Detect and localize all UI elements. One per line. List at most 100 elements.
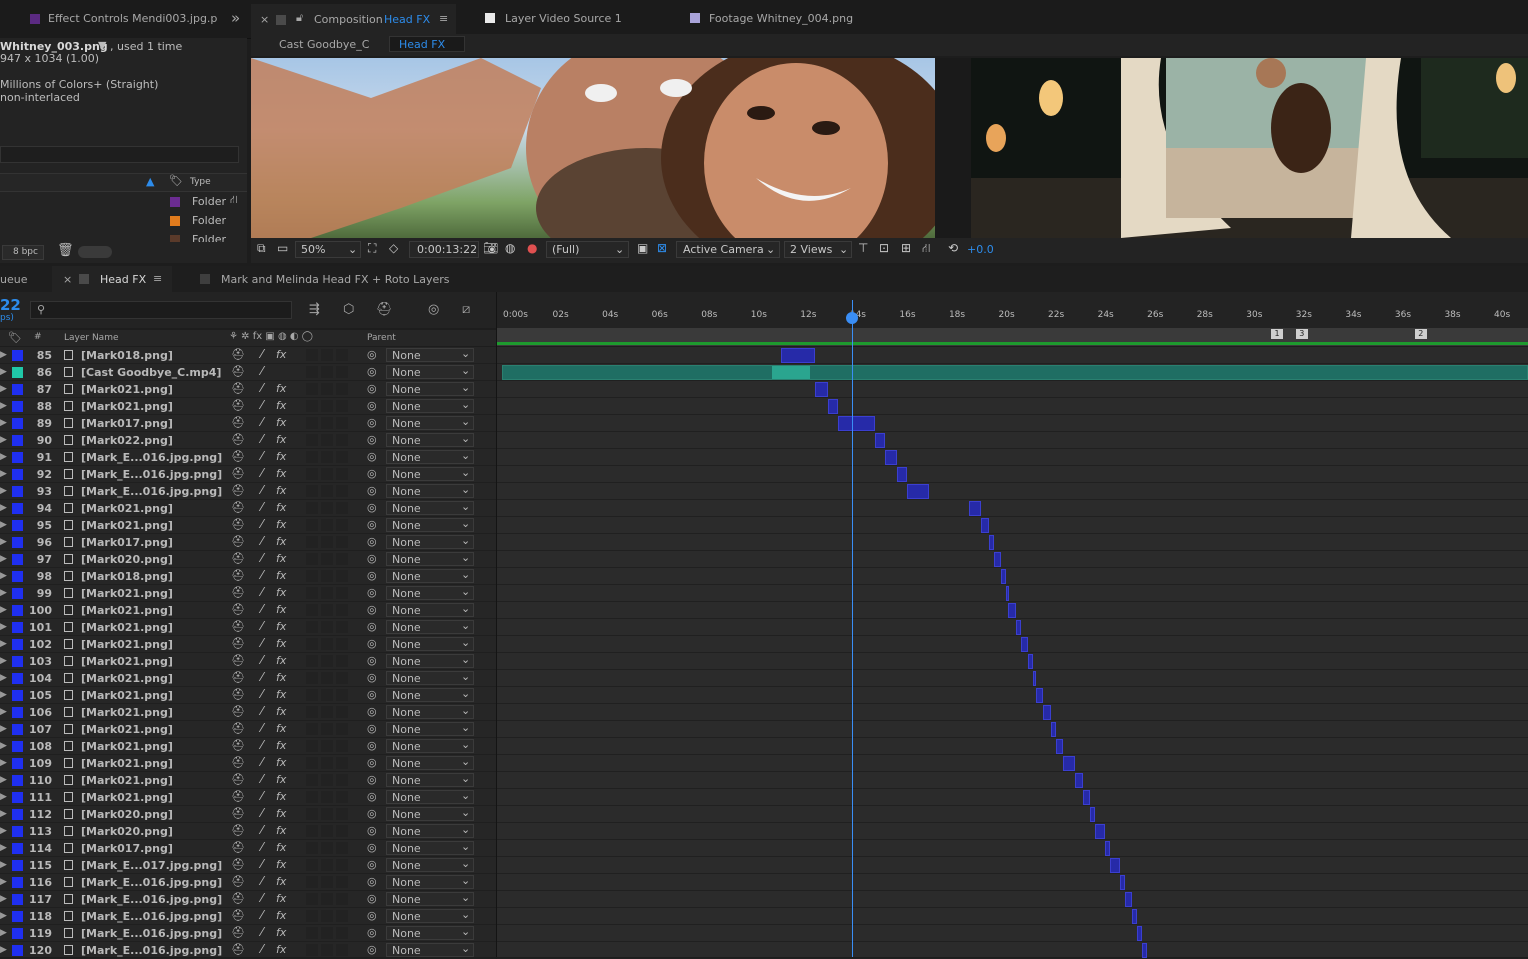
switch-box[interactable] (336, 485, 348, 497)
parent-dropdown[interactable]: None ⌄ (386, 585, 474, 600)
switch-box[interactable] (336, 536, 348, 548)
layer-name[interactable]: [Mark_E...016.jpg.png] (81, 468, 222, 481)
layer-row[interactable]: ▶ 88 [Mark021.png] ⛑︎ ⁄ fx ◎ None ⌄ (0, 398, 496, 415)
layer-number[interactable]: 106 (24, 706, 52, 719)
layer-row[interactable]: ▶ 118 [Mark_E...016.jpg.png] ⛑︎ ⁄ fx ◎ None ⌄ (0, 908, 496, 925)
pickwhip-icon[interactable]: ◎ (367, 569, 377, 582)
layer-number[interactable]: 101 (24, 621, 52, 634)
layer-number[interactable]: 119 (24, 927, 52, 940)
effect-fx-icon[interactable]: fx (276, 637, 286, 650)
layer-duration-bar[interactable] (1008, 603, 1016, 618)
effect-fx-icon[interactable]: fx (276, 688, 286, 701)
layer-row[interactable]: ▶ 115 [Mark_E...017.jpg.png] ⛑︎ ⁄ fx ◎ None ⌄ (0, 857, 496, 874)
layer-row[interactable]: ▶ 87 [Mark021.png] ⛑︎ ⁄ fx ◎ None ⌄ (0, 381, 496, 398)
layer-duration-bar[interactable] (1095, 824, 1106, 839)
expand-triangle-icon[interactable]: ▶ (0, 350, 7, 360)
quality-slash-icon[interactable]: ⁄ (261, 755, 263, 769)
parent-dropdown[interactable]: None ⌄ (386, 925, 474, 940)
layer-label-color[interactable] (12, 435, 23, 446)
switch-box[interactable] (321, 604, 333, 616)
pickwhip-icon[interactable]: ◎ (367, 773, 377, 786)
layer-name[interactable]: [Mark020.png] (81, 553, 173, 566)
layer-number[interactable]: 111 (24, 791, 52, 804)
effect-fx-icon[interactable]: fx (276, 756, 286, 769)
switch-box[interactable] (321, 553, 333, 565)
layer-label-color[interactable] (12, 605, 23, 616)
breadcrumb-item-cast[interactable]: Cast Goodbye_C (279, 38, 369, 51)
layer-name[interactable]: [Mark_E...016.jpg.png] (81, 893, 222, 906)
layer-duration-bar[interactable] (1005, 586, 1009, 601)
layer-row[interactable]: ▶ 95 [Mark021.png] ⛑︎ ⁄ fx ◎ None ⌄ (0, 517, 496, 534)
layer-row[interactable]: ▶ 117 [Mark_E...016.jpg.png] ⛑︎ ⁄ fx ◎ None ⌄ (0, 891, 496, 908)
expand-triangle-icon[interactable]: ▶ (0, 367, 7, 377)
parent-dropdown[interactable]: None ⌄ (386, 568, 474, 583)
layer-number[interactable]: 115 (24, 859, 52, 872)
switch-box[interactable] (336, 451, 348, 463)
quality-slash-icon[interactable]: ⁄ (261, 432, 263, 446)
layer-duration-bar[interactable] (1043, 705, 1051, 720)
pickwhip-icon[interactable]: ◎ (367, 552, 377, 565)
layer-label-color[interactable] (12, 520, 23, 531)
parent-dropdown[interactable]: None ⌄ (386, 398, 474, 413)
expand-triangle-icon[interactable]: ▶ (0, 877, 7, 887)
comp-marker[interactable]: 1 (1271, 329, 1284, 339)
parent-dropdown[interactable]: None ⌄ (386, 602, 474, 617)
pickwhip-icon[interactable]: ◎ (367, 416, 377, 429)
switch-box[interactable] (306, 638, 318, 650)
expand-triangle-icon[interactable]: ▶ (0, 639, 7, 649)
layer-name[interactable]: [Mark_E...016.jpg.png] (81, 451, 222, 464)
expand-triangle-icon[interactable]: ▶ (0, 707, 7, 717)
expand-triangle-icon[interactable]: ▶ (0, 860, 7, 870)
switch-box[interactable] (321, 655, 333, 667)
expand-triangle-icon[interactable]: ▶ (0, 622, 7, 632)
parent-dropdown[interactable]: None ⌄ (386, 670, 474, 685)
switch-box[interactable] (336, 723, 348, 735)
layer-label-color[interactable] (12, 639, 23, 650)
layer-name[interactable]: [Mark017.png] (81, 417, 173, 430)
switch-box[interactable] (321, 468, 333, 480)
fast-preview-icon[interactable]: ⊡ (879, 241, 889, 255)
comp-marker[interactable]: 3 (1295, 329, 1308, 339)
quality-slash-icon[interactable]: ⁄ (261, 687, 263, 701)
layer-number[interactable]: 89 (24, 417, 52, 430)
layer-name[interactable]: [Mark_E...016.jpg.png] (81, 927, 222, 940)
shy-icon[interactable]: ⛑︎ (231, 552, 245, 565)
zoom-dropdown[interactable]: 50% ⌄ (295, 241, 361, 258)
switch-box[interactable] (336, 910, 348, 922)
composition-tab[interactable]: × 🔓︎ Composition Head FX ≡ (251, 4, 456, 38)
layer-label-color[interactable] (12, 911, 23, 922)
tab-layer[interactable]: Layer Video Source 1 (505, 12, 622, 25)
layer-row[interactable]: ▶ 89 [Mark017.png] ⛑︎ ⁄ fx ◎ None ⌄ (0, 415, 496, 432)
shy-icon[interactable]: ⛑︎ (231, 637, 245, 650)
transparency-grid-icon[interactable]: ⊠ (657, 241, 667, 255)
layer-label-color[interactable] (12, 452, 23, 463)
camera-dropdown[interactable]: Active Camera ⌄ (676, 241, 780, 258)
expand-triangle-icon[interactable]: ▶ (0, 520, 7, 530)
layer-duration-bar[interactable] (1132, 909, 1138, 924)
switch-box[interactable] (336, 791, 348, 803)
expand-triangle-icon[interactable]: ▶ (0, 418, 7, 428)
layer-row[interactable]: ▶ 86 [Cast Goodbye_C.mp4] ⛑︎ ⁄ ◎ None ⌄ (0, 364, 496, 381)
layer-label-color[interactable] (12, 367, 23, 378)
shy-icon[interactable]: ⛑︎ (231, 416, 245, 429)
switch-box[interactable] (336, 638, 348, 650)
shy-icon[interactable]: ⛑︎ (231, 586, 245, 599)
layer-number[interactable]: 91 (24, 451, 52, 464)
layer-name[interactable]: [Mark018.png] (81, 570, 173, 583)
layer-row[interactable]: ▶ 105 [Mark021.png] ⛑︎ ⁄ fx ◎ None ⌄ (0, 687, 496, 704)
parent-dropdown[interactable]: None ⌄ (386, 653, 474, 668)
switch-box[interactable] (306, 434, 318, 446)
switch-box[interactable] (336, 842, 348, 854)
resolution-dropdown[interactable]: (Full) ⌄ (546, 241, 629, 258)
dropdown-arrow-icon[interactable]: ▼ (98, 39, 106, 52)
switch-box[interactable] (336, 825, 348, 837)
layer-number[interactable]: 105 (24, 689, 52, 702)
layer-label-color[interactable] (12, 486, 23, 497)
layer-name[interactable]: [Mark021.png] (81, 638, 173, 651)
effect-fx-icon[interactable]: fx (276, 722, 286, 735)
viewer-right-image[interactable] (971, 58, 1528, 238)
shy-icon[interactable]: ⛑︎ (231, 773, 245, 786)
effect-fx-icon[interactable]: fx (276, 450, 286, 463)
pickwhip-icon[interactable]: ◎ (367, 433, 377, 446)
switch-box[interactable] (336, 689, 348, 701)
